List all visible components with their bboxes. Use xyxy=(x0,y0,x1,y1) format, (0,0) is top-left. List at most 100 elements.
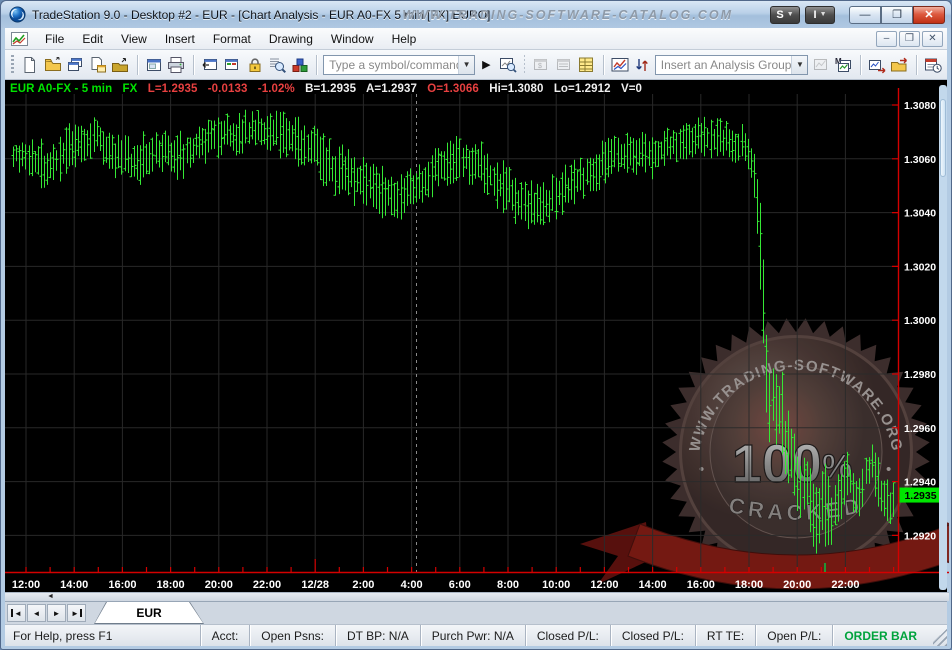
analysis-group-combobox[interactable]: Insert an Analysis Group ▼ xyxy=(655,55,809,75)
send-chart-icon[interactable] xyxy=(866,53,887,76)
session-calendar-icon[interactable] xyxy=(923,53,944,76)
menu-window[interactable]: Window xyxy=(322,30,383,48)
svg-text:22:00: 22:00 xyxy=(253,579,281,591)
svg-text:1.2940: 1.2940 xyxy=(904,477,936,489)
svg-text:•: • xyxy=(699,461,704,478)
market-depth-icon[interactable] xyxy=(576,53,597,76)
symbol-combobox[interactable]: Type a symbol/command ▼ xyxy=(323,55,475,75)
restore-button[interactable]: ❐ xyxy=(881,6,913,24)
order-bar-button[interactable]: ORDER BAR xyxy=(832,625,933,646)
chart-analysis-icon[interactable] xyxy=(610,53,631,76)
minimize-button[interactable]: — xyxy=(849,6,881,24)
svg-text:12/28: 12/28 xyxy=(301,579,329,591)
lock-icon[interactable] xyxy=(245,53,266,76)
next-tab-button[interactable]: ► xyxy=(47,604,66,622)
main-toolbar: Type a symbol/command ▼ ▶ $ Insert an An… xyxy=(5,50,947,80)
insert-study-icon-disabled xyxy=(810,53,831,76)
first-tab-button[interactable]: ◄ xyxy=(7,604,26,622)
workspaces-cubes-icon[interactable] xyxy=(290,53,311,76)
quote-bid: B=1.2935 xyxy=(305,83,356,95)
svg-text:2:00: 2:00 xyxy=(352,579,374,591)
chart-horizontal-scrollbar[interactable]: ◄ xyxy=(5,592,949,601)
svg-text:12:00: 12:00 xyxy=(590,579,618,591)
quote-market: FX xyxy=(123,83,138,95)
symbol-lookup-icon[interactable] xyxy=(267,53,288,76)
quote-volume: V=0 xyxy=(621,83,642,95)
menu-view[interactable]: View xyxy=(112,30,156,48)
titlebar-watermark-text: WWW.TRADING-SOFTWARE-CATALOG.COM xyxy=(402,8,733,22)
svg-text:14:00: 14:00 xyxy=(639,579,667,591)
svg-text:1.2960: 1.2960 xyxy=(904,423,936,435)
chart-plot[interactable]: WWW.TRADING-SOFTWARE.ORG••100%CRACKED1.3… xyxy=(5,80,949,592)
svg-text:1.3020: 1.3020 xyxy=(904,261,936,273)
close-button[interactable]: ✕ xyxy=(913,6,945,24)
run-command-button[interactable]: ▶ xyxy=(477,58,495,71)
status-help-text: For Help, press F1 xyxy=(5,625,200,646)
mdi-restore-button[interactable]: ❐ xyxy=(899,31,920,47)
svg-text:1.2920: 1.2920 xyxy=(904,530,936,542)
page-setup-icon[interactable] xyxy=(143,53,164,76)
toolbar-grip[interactable] xyxy=(11,55,14,75)
quote-symbol: EUR A0-FX - 5 min xyxy=(10,83,112,95)
quote-high: Hi=1.3080 xyxy=(489,83,543,95)
tab-eur-label: EUR xyxy=(95,602,203,623)
save-page-icon[interactable] xyxy=(87,53,108,76)
menu-format[interactable]: Format xyxy=(204,30,260,48)
menu-file[interactable]: File xyxy=(36,30,73,48)
menu-bar: FileEditViewInsertFormatDrawingWindowHel… xyxy=(5,28,947,50)
menu-edit[interactable]: Edit xyxy=(73,30,112,48)
status-field: Acct: xyxy=(200,625,250,646)
svg-text:1.2935: 1.2935 xyxy=(904,490,936,502)
analysis-group-placeholder: Insert an Analysis Group xyxy=(661,58,792,72)
status-field: Open P/L: xyxy=(755,625,832,646)
resize-grip[interactable] xyxy=(933,625,947,646)
previous-window-icon[interactable] xyxy=(199,53,220,76)
save-desktop-icon[interactable] xyxy=(65,53,86,76)
chart-vertical-scrollbar[interactable] xyxy=(939,85,947,590)
chevron-down-icon[interactable]: ▼ xyxy=(791,56,807,74)
scrollbar-thumb[interactable] xyxy=(940,99,946,177)
menu-drawing[interactable]: Drawing xyxy=(260,30,322,48)
menu-insert[interactable]: Insert xyxy=(156,30,204,48)
quote-net-change: -0.0133 xyxy=(208,83,248,95)
title-bar[interactable]: TradeStation 9.0 - Desktop #2 - EUR - [C… xyxy=(1,1,951,28)
send-workspace-icon[interactable] xyxy=(889,53,910,76)
new-workspace-icon[interactable] xyxy=(20,53,41,76)
i-menu-button[interactable]: I▼ xyxy=(805,6,835,24)
s-menu-button[interactable]: S▼ xyxy=(770,6,800,24)
svg-text:20:00: 20:00 xyxy=(205,579,233,591)
symbol-combobox-placeholder: Type a symbol/command xyxy=(329,58,458,72)
print-icon[interactable] xyxy=(166,53,187,76)
menu-items: FileEditViewInsertFormatDrawingWindowHel… xyxy=(36,30,425,48)
quote-header: EUR A0-FX - 5 min FX L=1.2935 -0.0133 -1… xyxy=(10,83,649,95)
application-window: TradeStation 9.0 - Desktop #2 - EUR - [C… xyxy=(0,0,952,650)
svg-text:20:00: 20:00 xyxy=(783,579,811,591)
next-window-icon[interactable] xyxy=(222,53,243,76)
svg-text:4:00: 4:00 xyxy=(401,579,423,591)
multi-chart-group-icon[interactable]: M xyxy=(833,53,854,76)
open-workspace-icon[interactable] xyxy=(42,53,63,76)
format-study-icon-disabled xyxy=(554,53,575,76)
sort-arrows-icon[interactable] xyxy=(632,53,653,76)
mdi-close-button[interactable]: ✕ xyxy=(922,31,943,47)
svg-text:8:00: 8:00 xyxy=(497,579,519,591)
tradestation-logo-icon xyxy=(9,6,26,23)
svg-text:10:00: 10:00 xyxy=(542,579,570,591)
chevron-down-icon: ▼ xyxy=(787,11,794,18)
mdi-minimize-button[interactable]: – xyxy=(876,31,897,47)
format-symbol-icon-disabled: $ xyxy=(531,53,552,76)
status-field: Closed P/L: xyxy=(610,625,695,646)
menu-help[interactable]: Help xyxy=(383,30,426,48)
close-workspace-icon[interactable] xyxy=(110,53,131,76)
tab-eur[interactable]: EUR xyxy=(94,602,204,624)
previous-tab-button[interactable]: ◄ xyxy=(27,604,46,622)
quote-ask: A=1.2937 xyxy=(366,83,417,95)
quote-open: O=1.3066 xyxy=(427,83,479,95)
status-field: Purch Pwr: N/A xyxy=(420,625,525,646)
status-field: RT TE: xyxy=(695,625,755,646)
chart-lookup-icon[interactable] xyxy=(498,53,519,76)
svg-text:22:00: 22:00 xyxy=(831,579,859,591)
svg-text:1.3060: 1.3060 xyxy=(904,154,936,166)
last-tab-button[interactable]: ► xyxy=(67,604,86,622)
chevron-down-icon[interactable]: ▼ xyxy=(458,56,474,74)
